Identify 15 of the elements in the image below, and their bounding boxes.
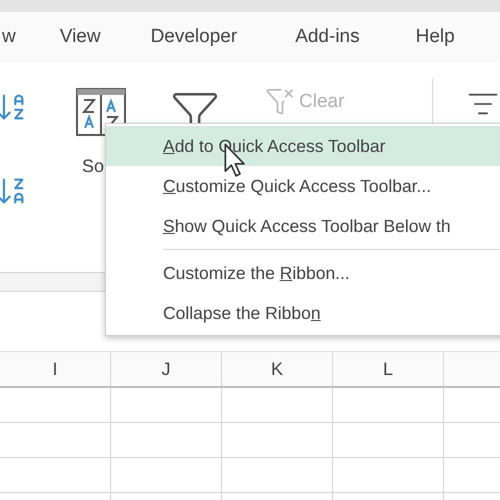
column-header[interactable]: L	[333, 352, 444, 386]
menu-item[interactable]: Customize Quick Access Toolbar...	[106, 166, 500, 206]
menu-item[interactable]: Collapse the Ribbon	[106, 293, 500, 333]
menu-item[interactable]: Customize the Ribbon...	[106, 253, 500, 293]
ribbon-tab[interactable]: Developer	[150, 22, 238, 52]
menu-item[interactable]: Show Quick Access Toolbar Below th	[106, 206, 500, 246]
column-header[interactable]: I	[0, 352, 111, 386]
ribbon-tab[interactable]: Add-ins	[295, 22, 360, 52]
sort-label: So	[82, 155, 104, 178]
ribbon-tab[interactable]: Help	[416, 22, 455, 52]
column-header[interactable]: J	[111, 352, 222, 386]
ribbon-tab[interactable]: View	[60, 22, 101, 52]
ribbon-tab[interactable]: w	[2, 22, 16, 52]
sort-dialog-icon[interactable]	[76, 88, 126, 136]
column-header[interactable]: K	[222, 352, 333, 386]
